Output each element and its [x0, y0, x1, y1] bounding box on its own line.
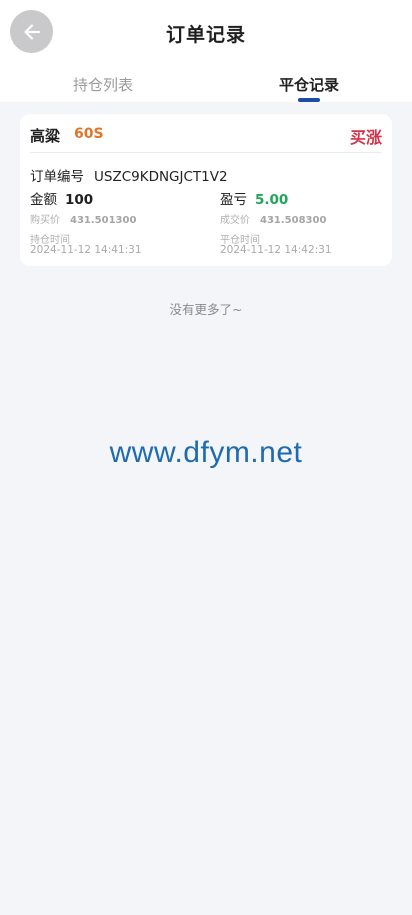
amount-label: 金额	[30, 192, 57, 208]
profit-value: 5.00	[255, 192, 289, 208]
order-number-label: 订单编号	[30, 169, 84, 185]
hold-time-value: 2024-11-12 14:41:31	[30, 244, 142, 256]
close-time-value: 2024-11-12 14:42:31	[220, 244, 332, 256]
buy-price-field: 购买价 431.501300	[30, 211, 136, 226]
deal-price-field: 成交价 431.508300	[220, 211, 326, 226]
amount-field: 金额 100	[30, 188, 93, 208]
profit-field: 盈亏 5.00	[220, 188, 288, 208]
tab-closed-records[interactable]: 平仓记录	[206, 74, 412, 95]
order-number-row: 订单编号 USZC9KDNGJCT1V2	[30, 165, 228, 185]
top-bar: 订单记录 持仓列表 平仓记录	[0, 0, 412, 102]
amount-value: 100	[65, 192, 94, 208]
order-number-value: USZC9KDNGJCT1V2	[94, 169, 228, 185]
tab-open-positions[interactable]: 持仓列表	[0, 74, 206, 95]
page-title: 订单记录	[165, 24, 246, 46]
deal-price-label: 成交价	[220, 215, 250, 226]
record-card[interactable]: 高粱 60S 买涨 订单编号 USZC9KDNGJCT1V2 金额 100 盈亏 5.…	[20, 114, 392, 266]
profit-label: 盈亏	[220, 192, 247, 208]
tab-bar: 持仓列表 平仓记录	[0, 70, 412, 102]
direction-label: 买涨	[349, 128, 382, 147]
buy-price-value: 431.501300	[70, 215, 137, 226]
list-end-text: 没有更多了~	[169, 302, 243, 317]
buy-price-label: 购买价	[30, 215, 60, 226]
period-badge: 60S	[74, 126, 104, 142]
order-records-page: 订单记录 持仓列表 平仓记录 高粱 60S 买涨 订单编号 USZC9KDNGJC…	[0, 0, 412, 915]
watermark: www.dfym.net	[109, 436, 303, 469]
record-card-header: 高粱 60S 买涨	[30, 114, 382, 153]
product-name: 高粱	[30, 127, 61, 145]
active-tab-indicator	[298, 98, 320, 102]
deal-price-value: 431.508300	[260, 215, 327, 226]
